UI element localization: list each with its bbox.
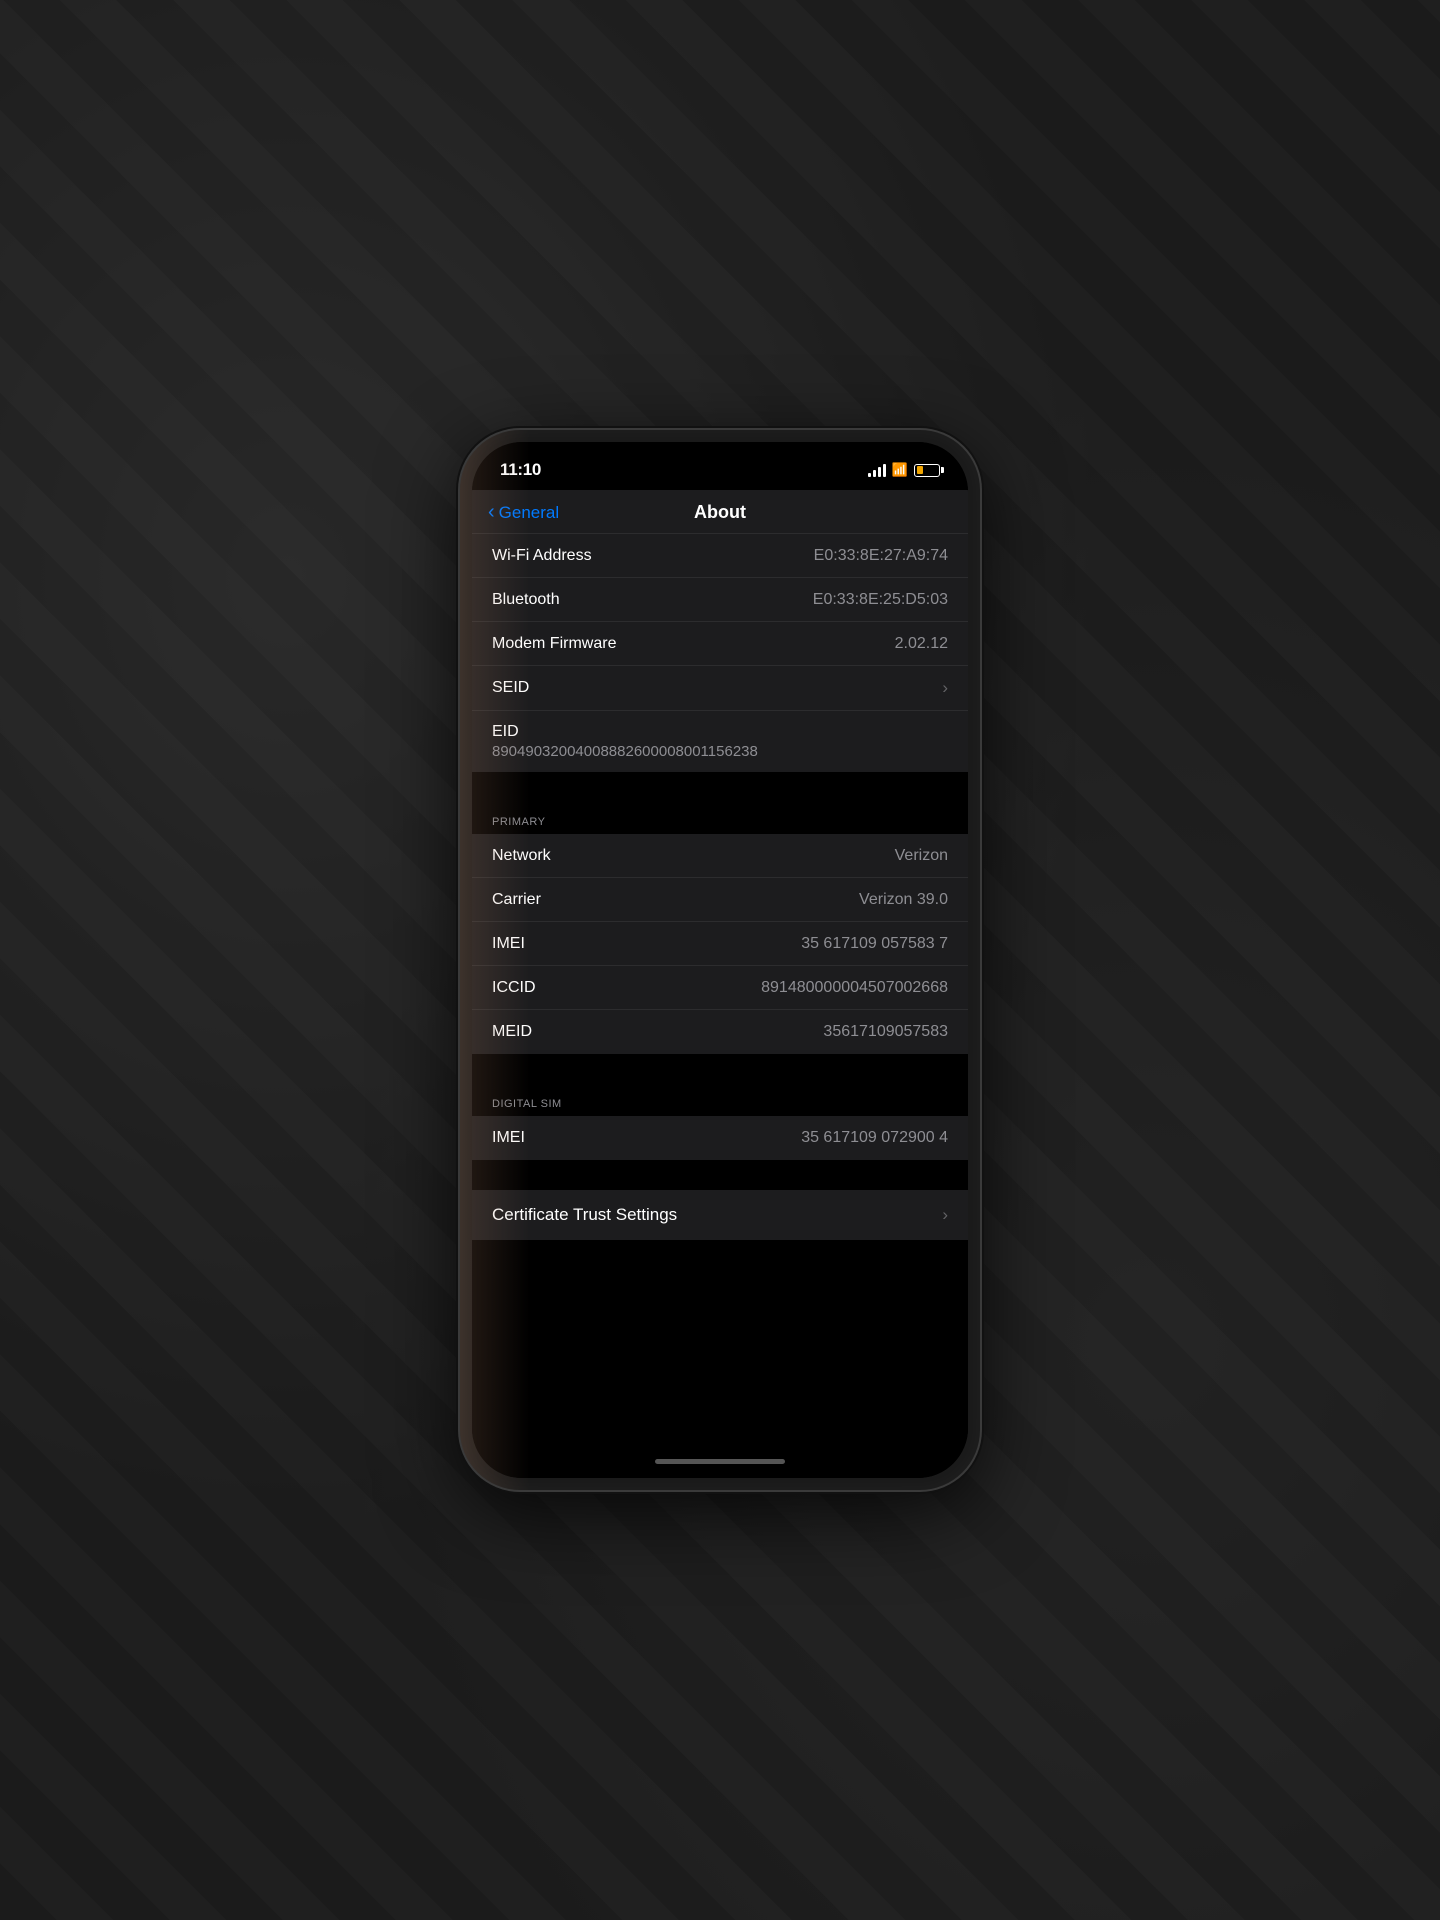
back-label: General: [499, 503, 559, 523]
imei-digital-value: 35 617109 072900 4: [535, 1129, 948, 1147]
imei-primary-row: IMEI 35 617109 057583 7: [472, 922, 968, 966]
network-value: Verizon: [561, 847, 948, 865]
iccid-row: ICCID 891480000004507002668: [472, 966, 968, 1010]
home-bar: [655, 1459, 785, 1464]
eid-label: EID: [492, 723, 519, 741]
bluetooth-row: Bluetooth E0:33:8E:25:D5:03: [472, 578, 968, 622]
battery-icon: [914, 464, 940, 477]
certificate-trust-row[interactable]: Certificate Trust Settings ›: [472, 1190, 968, 1240]
carrier-label: Carrier: [492, 891, 541, 909]
seid-row[interactable]: SEID ›: [472, 666, 968, 711]
wifi-address-label: Wi-Fi Address: [492, 547, 592, 565]
imei-digital-label: IMEI: [492, 1129, 525, 1147]
imei-digital-row: IMEI 35 617109 072900 4: [472, 1116, 968, 1160]
eid-row: EID 89049032004008882600008001156238: [472, 711, 968, 772]
meid-value: 35617109057583: [542, 1023, 948, 1041]
back-button[interactable]: ‹ General: [488, 503, 559, 523]
network-label: Network: [492, 847, 551, 865]
phone-device: 11:10 📶 ‹ G: [460, 430, 980, 1490]
spacer-1: [472, 772, 968, 802]
carrier-value: Verizon 39.0: [551, 891, 948, 909]
page-title: About: [694, 502, 746, 523]
carrier-row: Carrier Verizon 39.0: [472, 878, 968, 922]
status-time: 11:10: [500, 460, 541, 480]
iccid-value: 891480000004507002668: [546, 979, 948, 997]
bluetooth-label: Bluetooth: [492, 591, 560, 609]
certificate-trust-label: Certificate Trust Settings: [492, 1205, 677, 1225]
device-info-section: Wi-Fi Address E0:33:8E:27:A9:74 Bluetoot…: [472, 534, 968, 772]
phone-notch: [643, 442, 798, 474]
status-icons: 📶: [868, 462, 940, 478]
spacer-3: [472, 1160, 968, 1190]
primary-section: Network Verizon Carrier Verizon 39.0 IME…: [472, 834, 968, 1054]
phone-screen: 11:10 📶 ‹ G: [472, 442, 968, 1478]
digital-sim-section: IMEI 35 617109 072900 4: [472, 1116, 968, 1160]
back-chevron-icon: ‹: [488, 502, 495, 522]
meid-row: MEID 35617109057583: [472, 1010, 968, 1054]
nav-bar: ‹ General About: [472, 490, 968, 534]
imei-primary-value: 35 617109 057583 7: [535, 935, 948, 953]
iccid-label: ICCID: [492, 979, 536, 997]
content-area: Wi-Fi Address E0:33:8E:27:A9:74 Bluetoot…: [472, 534, 968, 1444]
bottom-fill: [472, 1240, 968, 1444]
certificate-trust-chevron-icon: ›: [942, 1205, 948, 1225]
network-row: Network Verizon: [472, 834, 968, 878]
bluetooth-value: E0:33:8E:25:D5:03: [570, 591, 948, 609]
certificate-trust-section: Certificate Trust Settings ›: [472, 1190, 968, 1240]
meid-label: MEID: [492, 1023, 532, 1041]
modem-firmware-row: Modem Firmware 2.02.12: [472, 622, 968, 666]
modem-firmware-value: 2.02.12: [626, 635, 948, 653]
signal-icon: [868, 463, 886, 477]
wifi-icon: 📶: [892, 462, 908, 478]
wifi-address-value: E0:33:8E:27:A9:74: [602, 547, 948, 565]
seid-label: SEID: [492, 679, 529, 697]
primary-section-label: PRIMARY: [472, 802, 968, 834]
imei-primary-label: IMEI: [492, 935, 525, 953]
wifi-address-row: Wi-Fi Address E0:33:8E:27:A9:74: [472, 534, 968, 578]
home-indicator: [472, 1444, 968, 1478]
digital-sim-section-label: DIGITAL SIM: [472, 1084, 968, 1116]
modem-firmware-label: Modem Firmware: [492, 635, 616, 653]
seid-chevron-icon: ›: [942, 678, 948, 698]
spacer-2: [472, 1054, 968, 1084]
eid-value: 89049032004008882600008001156238: [492, 743, 758, 760]
